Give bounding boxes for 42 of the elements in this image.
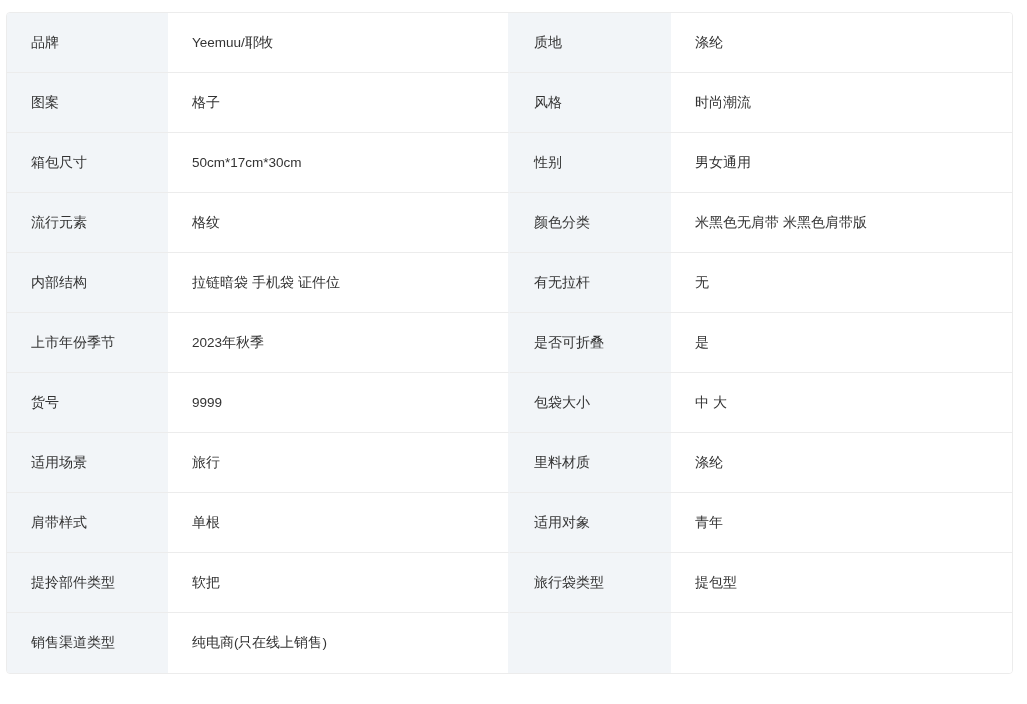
attribute-value: 拉链暗袋 手机袋 证件位 — [192, 273, 340, 292]
attribute-value: 9999 — [192, 395, 223, 410]
attribute-label: 里料材质 — [534, 453, 590, 472]
attribute-label: 内部结构 — [31, 273, 87, 292]
attribute-label: 性别 — [534, 153, 562, 172]
attribute-value: 无 — [695, 273, 709, 292]
attribute-label: 质地 — [534, 33, 562, 52]
attribute-label: 品牌 — [31, 33, 59, 52]
attribute-label: 上市年份季节 — [31, 333, 115, 352]
attribute-value: Yeemuu/耶牧 — [192, 33, 273, 52]
attribute-value: 软把 — [192, 573, 220, 592]
attribute-value: 是 — [695, 333, 709, 352]
attribute-value: 提包型 — [695, 573, 737, 592]
attribute-label: 有无拉杆 — [534, 273, 590, 292]
attribute-value: 50cm*17cm*30cm — [192, 155, 302, 170]
attribute-label: 是否可折叠 — [534, 333, 604, 352]
attribute-value: 涤纶 — [695, 453, 723, 472]
attribute-label: 箱包尺寸 — [31, 153, 87, 172]
attribute-label: 风格 — [534, 93, 562, 112]
attribute-value: 格子 — [192, 93, 220, 112]
attribute-label: 适用对象 — [534, 513, 590, 532]
attribute-label: 货号 — [31, 393, 59, 412]
attribute-value: 格纹 — [192, 213, 220, 232]
attribute-label: 销售渠道类型 — [31, 634, 115, 652]
attribute-value: 单根 — [192, 513, 220, 532]
attribute-value: 纯电商(只在线上销售) — [192, 634, 327, 652]
attribute-value: 2023年秋季 — [192, 333, 265, 352]
attribute-value: 中 大 — [695, 393, 727, 412]
attribute-value: 米黑色无肩带 米黑色肩带版 — [695, 213, 867, 232]
attribute-label: 肩带样式 — [31, 513, 87, 532]
attribute-value: 涤纶 — [695, 33, 723, 52]
attribute-label: 适用场景 — [31, 453, 87, 472]
attribute-label: 旅行袋类型 — [534, 573, 604, 592]
attribute-label: 颜色分类 — [534, 213, 590, 232]
attribute-value: 时尚潮流 — [695, 93, 751, 112]
attribute-label: 包袋大小 — [534, 393, 590, 412]
attribute-label: 流行元素 — [31, 213, 87, 232]
attribute-value: 男女通用 — [695, 153, 751, 172]
attribute-value: 旅行 — [192, 453, 220, 472]
attribute-value: 青年 — [695, 513, 723, 532]
attribute-label: 提拎部件类型 — [31, 573, 115, 592]
attribute-label: 图案 — [31, 93, 59, 112]
